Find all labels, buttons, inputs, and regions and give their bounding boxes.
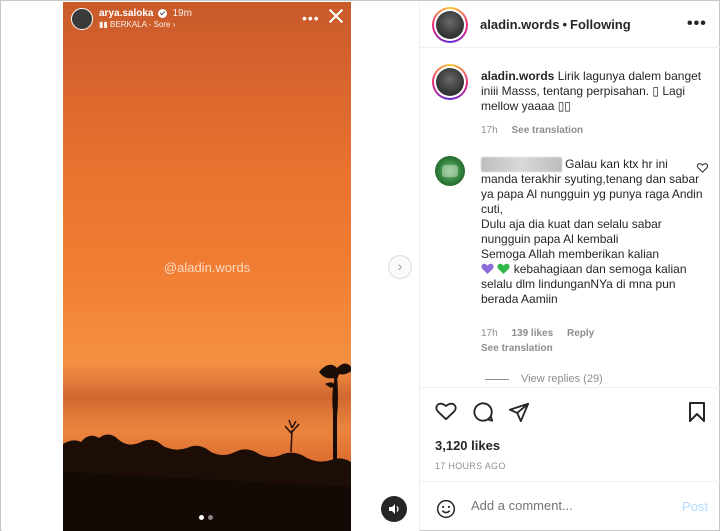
story-username[interactable]: arya.saloka <box>99 8 154 19</box>
speaker-icon <box>389 504 399 514</box>
story-more-icon[interactable]: ••• <box>302 10 320 26</box>
caption-meta: 17h See translation <box>481 125 583 136</box>
post-actions: 3,120 likes 17 HOURS AGO <box>420 387 720 481</box>
more-options-icon[interactable]: ••• <box>687 15 707 33</box>
following-button[interactable]: Following <box>570 17 631 32</box>
commenter-username[interactable]: sebahatter055 <box>481 157 562 172</box>
green-heart-icon <box>497 263 510 274</box>
story-header: arya.saloka 19m ▮▮ BERKALA - Sore › <box>71 8 192 30</box>
caption-avatar[interactable] <box>432 64 468 100</box>
media-pane: arya.saloka 19m ▮▮ BERKALA - Sore › ••• … <box>2 2 419 531</box>
emoji-icon[interactable] <box>436 499 456 519</box>
carousel-dot <box>208 515 213 520</box>
instagram-post-window: arya.saloka 19m ▮▮ BERKALA - Sore › ••• … <box>0 0 720 531</box>
verified-icon <box>157 9 167 18</box>
save-icon[interactable] <box>688 401 706 423</box>
comment-translation: See translation <box>481 343 553 354</box>
next-arrow-button[interactable]: › <box>388 255 412 279</box>
author-avatar[interactable] <box>432 7 468 43</box>
comments-section[interactable]: aladin.words Lirik lagunya dalem banget … <box>420 49 720 387</box>
comment-likes[interactable]: 139 likes <box>511 328 553 339</box>
comment-meta: 17h 139 likes Reply <box>481 328 594 339</box>
post-timestamp[interactable]: 17 HOURS AGO <box>435 461 506 471</box>
replies-divider <box>485 378 509 380</box>
comment-icon[interactable] <box>472 401 494 423</box>
comment-body-2: Dulu aja dia kuat dan selalu sabar nungg… <box>481 217 662 246</box>
view-replies[interactable]: View replies (29) <box>481 373 603 385</box>
post-button[interactable]: Post <box>682 499 708 514</box>
carousel-dot-active <box>199 515 204 520</box>
likes-count[interactable]: 3,120 likes <box>435 438 500 453</box>
commenter-avatar[interactable] <box>435 156 465 186</box>
post-header: aladin.words • Following ••• <box>420 2 720 48</box>
share-icon[interactable] <box>508 401 530 423</box>
caption-time: 17h <box>481 125 498 136</box>
tree-silhouette <box>63 363 351 531</box>
carousel-indicator <box>199 515 213 520</box>
sound-toggle-button[interactable] <box>381 496 407 522</box>
like-icon[interactable] <box>435 401 457 421</box>
watermark-text: @aladin.words <box>163 260 251 275</box>
view-replies-label[interactable]: View replies (29) <box>521 373 603 385</box>
music-icon: ▮▮ <box>99 20 111 29</box>
comment-text: sebahatter055 Galau kan ktx hr ini manda… <box>481 157 706 307</box>
caption-username[interactable]: aladin.words <box>481 69 554 83</box>
story-image[interactable]: arya.saloka 19m ▮▮ BERKALA - Sore › ••• … <box>63 2 351 531</box>
comment-time: 17h <box>481 328 498 339</box>
story-time: 19m <box>172 8 192 19</box>
header-title: aladin.words • Following <box>480 17 631 32</box>
story-avatar[interactable] <box>71 8 93 30</box>
like-comment-icon[interactable] <box>697 163 708 173</box>
caption-text: aladin.words Lirik lagunya dalem banget … <box>481 69 706 114</box>
purple-heart-icon <box>481 263 494 274</box>
reply-button[interactable]: Reply <box>567 328 594 339</box>
comment-body-3b: kebahagiaan dan semoga kalian selalu dlm… <box>481 262 687 306</box>
close-icon[interactable] <box>328 8 344 24</box>
story-music-label[interactable]: ▮▮ BERKALA - Sore › <box>99 19 192 30</box>
post-side-panel: aladin.words • Following ••• aladin.words … <box>419 2 720 531</box>
add-comment-bar: Post <box>420 481 720 531</box>
comment-see-translation[interactable]: See translation <box>481 343 553 354</box>
comment-body-3a: Semoga Allah memberikan kalian <box>481 247 660 261</box>
add-comment-input[interactable] <box>471 498 671 513</box>
caption-see-translation[interactable]: See translation <box>511 125 583 136</box>
author-username[interactable]: aladin.words <box>480 17 559 32</box>
